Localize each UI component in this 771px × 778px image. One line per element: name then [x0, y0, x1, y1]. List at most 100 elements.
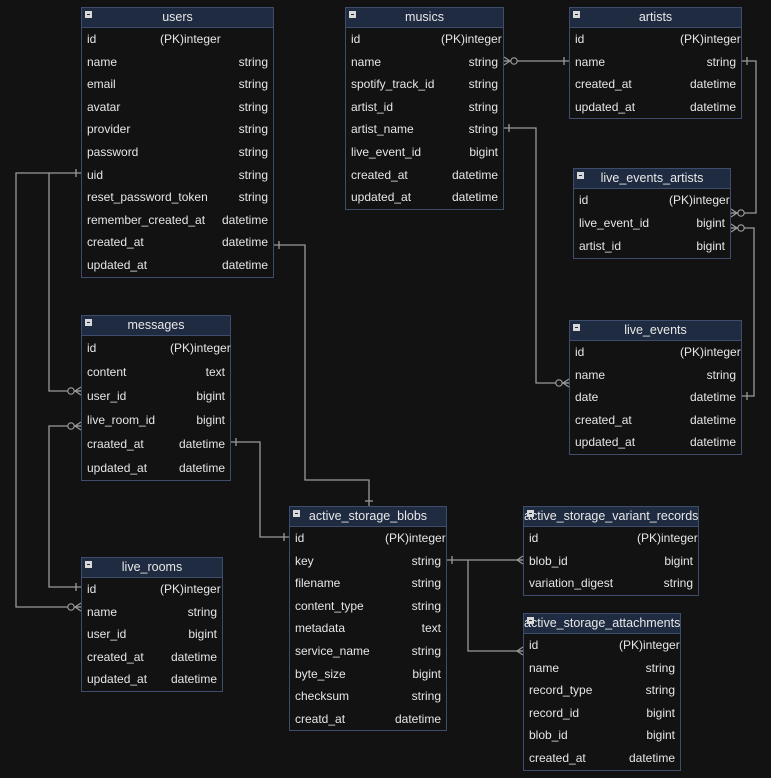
- field-row[interactable]: created_at datetime: [82, 646, 222, 669]
- table-header[interactable]: musics: [346, 8, 503, 28]
- table-header[interactable]: artists: [570, 8, 741, 28]
- collapse-icon[interactable]: [573, 11, 580, 18]
- table-live-rooms[interactable]: live_rooms id (PK)integer name string user_id…: [81, 557, 223, 692]
- field-row[interactable]: name string: [82, 51, 273, 74]
- field-row[interactable]: id (PK)integer: [82, 28, 273, 51]
- field-row[interactable]: id (PK)integer: [290, 527, 446, 550]
- field-row[interactable]: name string: [570, 364, 741, 387]
- collapse-icon[interactable]: [527, 617, 534, 624]
- table-header[interactable]: live_events: [570, 321, 741, 341]
- field-row[interactable]: id (PK)integer: [574, 189, 730, 212]
- field-name: id: [351, 32, 361, 46]
- field-row[interactable]: avatar string: [82, 96, 273, 119]
- field-row[interactable]: record_id bigint: [524, 702, 680, 725]
- table-header[interactable]: active_storage_variant_records: [524, 507, 698, 527]
- table-live-events-artists[interactable]: live_events_artists id (PK)integer live_eve…: [573, 168, 731, 259]
- table-header[interactable]: live_rooms: [82, 558, 222, 578]
- field-row[interactable]: password string: [82, 141, 273, 164]
- field-row[interactable]: live_event_id bigint: [346, 141, 503, 164]
- field-name: content: [87, 365, 127, 379]
- field-row[interactable]: record_type string: [524, 679, 680, 702]
- table-active-storage-attachments[interactable]: active_storage_attachments id (PK)integer n…: [523, 613, 681, 771]
- table-messages[interactable]: messages id (PK)integer content text user_id b…: [81, 315, 231, 481]
- field-row[interactable]: id (PK)integer: [82, 336, 231, 360]
- field-row[interactable]: created_at datetime: [570, 409, 741, 432]
- field-row[interactable]: remember_created_at datetime: [82, 209, 273, 232]
- collapse-icon[interactable]: [85, 319, 92, 326]
- field-type: string: [411, 689, 441, 704]
- field-row[interactable]: id (PK)integer: [570, 28, 741, 51]
- table-users[interactable]: users id (PK)integer name string email string a…: [81, 7, 274, 278]
- table-header[interactable]: active_storage_attachments: [524, 614, 680, 634]
- collapse-icon[interactable]: [85, 561, 92, 568]
- field-row[interactable]: artist_id bigint: [574, 235, 730, 258]
- field-name: spotify_track_id: [351, 77, 435, 92]
- field-type: datetime: [689, 77, 736, 92]
- table-active-storage-variant-records[interactable]: active_storage_variant_records id (PK)inte…: [523, 506, 699, 596]
- table-header[interactable]: live_events_artists: [574, 169, 730, 189]
- field-row[interactable]: updated_at datetime: [570, 96, 741, 119]
- field-row[interactable]: updated_at datetime: [82, 668, 222, 691]
- field-row[interactable]: creatd_at datetime: [290, 708, 446, 731]
- field-row[interactable]: updated_at datetime: [346, 186, 503, 209]
- field-row[interactable]: spotify_track_id string: [346, 73, 503, 96]
- field-row[interactable]: id (PK)integer: [524, 527, 698, 550]
- table-header[interactable]: users: [82, 8, 273, 28]
- field-row[interactable]: provider string: [82, 118, 273, 141]
- field-row[interactable]: created_at datetime: [346, 164, 503, 187]
- field-row[interactable]: updated_at datetime: [570, 431, 741, 454]
- field-row[interactable]: blob_id bigint: [524, 724, 680, 747]
- field-row[interactable]: checksum string: [290, 685, 446, 708]
- collapse-icon[interactable]: [85, 11, 92, 18]
- field-row[interactable]: name string: [82, 601, 222, 624]
- messages-blobs-line: [231, 441, 289, 538]
- table-live-events[interactable]: live_events id (PK)integer name string date da…: [569, 320, 742, 455]
- field-row[interactable]: updated_at datetime: [82, 456, 230, 480]
- field-row[interactable]: artist_id string: [346, 96, 503, 119]
- table-active-storage-blobs[interactable]: active_storage_blobs id (PK)integer key stri…: [289, 506, 447, 732]
- collapse-icon[interactable]: [293, 510, 300, 517]
- table-header[interactable]: active_storage_blobs: [290, 507, 446, 527]
- field-row[interactable]: service_name string: [290, 640, 446, 663]
- musics-liveevents-line: [504, 127, 569, 384]
- field-row[interactable]: reset_password_token string: [82, 186, 273, 209]
- field-row[interactable]: metadata text: [290, 617, 446, 640]
- field-row[interactable]: created_at datetime: [570, 73, 741, 96]
- table-artists[interactable]: artists id (PK)integer name string created_at…: [569, 7, 742, 120]
- field-row[interactable]: key string: [290, 550, 446, 573]
- field-row[interactable]: id (PK)integer: [524, 634, 680, 657]
- field-row[interactable]: id (PK)integer: [346, 28, 503, 51]
- collapse-icon[interactable]: [349, 11, 356, 18]
- field-row[interactable]: email string: [82, 73, 273, 96]
- field-row[interactable]: uid string: [82, 164, 273, 187]
- field-row[interactable]: id (PK)integer: [570, 341, 741, 364]
- field-row[interactable]: created_at datetime: [524, 747, 680, 770]
- collapse-icon[interactable]: [527, 510, 534, 517]
- field-row[interactable]: name string: [570, 51, 741, 74]
- field-row[interactable]: id (PK)integer: [82, 578, 222, 601]
- field-row[interactable]: content text: [82, 360, 230, 384]
- field-row[interactable]: user_id bigint: [82, 623, 222, 646]
- table-header[interactable]: messages: [82, 316, 230, 336]
- collapse-icon[interactable]: [577, 172, 584, 179]
- field-row[interactable]: blob_id bigint: [524, 550, 698, 573]
- field-row[interactable]: live_room_id bigint: [82, 408, 230, 432]
- field-row[interactable]: created_at datetime: [82, 231, 273, 254]
- table-musics[interactable]: musics id (PK)integer name string spotify_tra…: [345, 7, 504, 210]
- field-row[interactable]: craated_at datetime: [82, 432, 230, 456]
- field-row[interactable]: filename string: [290, 572, 446, 595]
- field-type: string: [238, 77, 268, 92]
- field-row[interactable]: artist_name string: [346, 118, 503, 141]
- field-row[interactable]: live_event_id bigint: [574, 212, 730, 235]
- field-row[interactable]: name string: [524, 657, 680, 680]
- field-row[interactable]: byte_size bigint: [290, 663, 446, 686]
- collapse-icon[interactable]: [573, 324, 580, 331]
- field-row[interactable]: variation_digest string: [524, 572, 698, 595]
- field-row[interactable]: updated_at datetime: [82, 254, 273, 277]
- field-row[interactable]: user_id bigint: [82, 384, 230, 408]
- field-type: bigint: [188, 627, 217, 642]
- table-title: artists: [638, 10, 673, 24]
- field-row[interactable]: name string: [346, 51, 503, 74]
- field-row[interactable]: content_type string: [290, 595, 446, 618]
- field-row[interactable]: date datetime: [570, 386, 741, 409]
